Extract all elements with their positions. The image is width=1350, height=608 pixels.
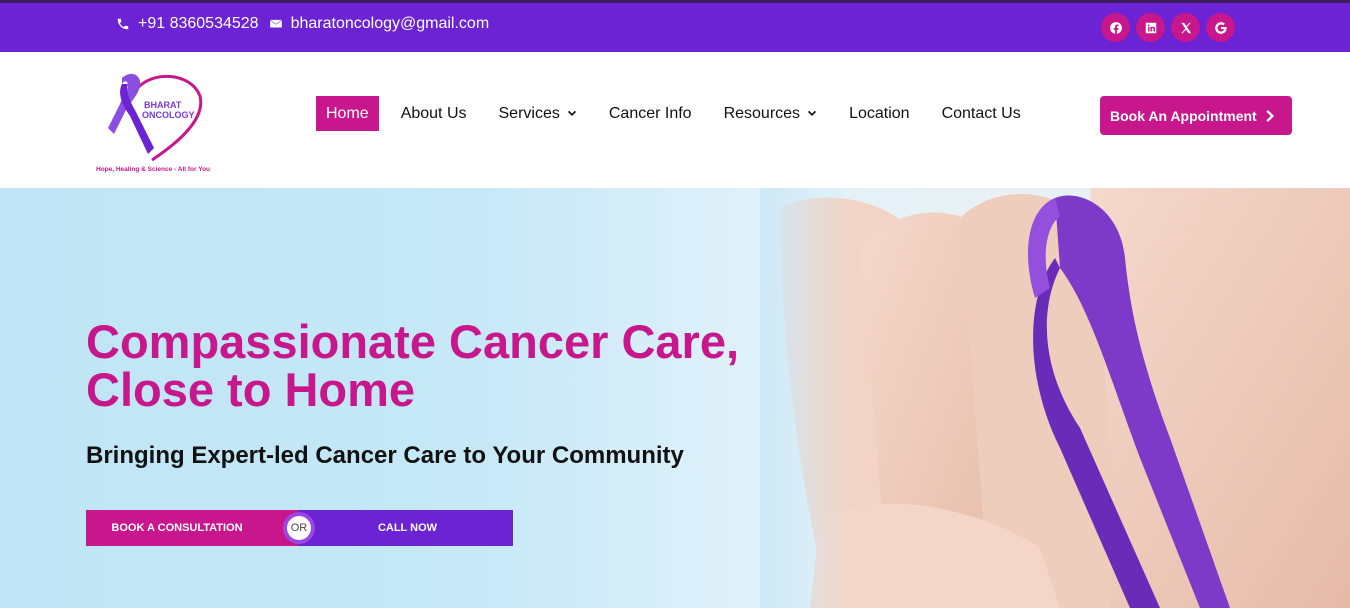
or-label: OR [290, 522, 308, 534]
book-appointment-label: Book An Appointment [1110, 107, 1257, 124]
hero-cta-group: BOOK A CONSULTATION CALL NOW OR [86, 510, 513, 546]
email-address: bharatoncology@gmail.com [290, 15, 490, 32]
logo-brand-line2: ONCOLOGY [142, 110, 195, 120]
chevron-down-icon [567, 110, 576, 116]
logo-tagline: Hope, Healing & Science - All for You [96, 166, 211, 173]
nav-location[interactable]: Location [839, 96, 920, 131]
nav-resources-label: Resources [723, 104, 801, 122]
nav-contact-label: Contact Us [941, 104, 1021, 122]
hero-title: Compassionate Cancer Care, Close to Home [86, 318, 786, 414]
chevron-down-icon [808, 110, 817, 116]
facebook-button[interactable] [1101, 13, 1130, 42]
hero-title-line2: Close to Home [86, 363, 416, 416]
nav-services[interactable]: Services [489, 96, 587, 131]
call-now-button[interactable]: CALL NOW [298, 510, 513, 546]
phone-icon [117, 18, 129, 30]
email-link[interactable]: bharatoncology@gmail.com [269, 15, 490, 33]
nav-about-us[interactable]: About Us [391, 96, 477, 131]
nav-location-label: Location [849, 104, 910, 122]
google-icon [1214, 21, 1227, 34]
social-links [1101, 13, 1241, 42]
nav-cancer-info-label: Cancer Info [608, 104, 692, 122]
nav-cancer-info[interactable]: Cancer Info [599, 96, 702, 131]
or-divider-badge: OR [283, 512, 315, 544]
nav-about-label: About Us [400, 104, 467, 122]
hero-section: Compassionate Cancer Care, Close to Home… [0, 188, 1350, 608]
google-button[interactable] [1206, 13, 1235, 42]
book-consultation-label: BOOK A CONSULTATION [111, 522, 243, 534]
nav-resources[interactable]: Resources [714, 96, 827, 131]
book-appointment-button[interactable]: Book An Appointment [1100, 96, 1292, 135]
phone-number: +91 8360534528 [138, 15, 259, 32]
nav-home-label: Home [326, 104, 369, 122]
hero-subtitle: Bringing Expert-led Cancer Care to Your … [86, 442, 684, 469]
book-consultation-button[interactable]: BOOK A CONSULTATION [86, 510, 298, 546]
envelope-icon [269, 19, 282, 28]
phone-link[interactable]: +91 8360534528 [116, 15, 259, 33]
x-button[interactable] [1171, 13, 1200, 42]
nav-home[interactable]: Home [316, 96, 379, 131]
main-nav: Home About Us Services Cancer Info Resou… [316, 96, 1043, 131]
x-icon [1180, 22, 1191, 33]
logo-brand-line1: BHARAT [144, 100, 182, 110]
hand-with-ribbon-image [760, 188, 1350, 608]
nav-contact-us[interactable]: Contact Us [932, 96, 1031, 131]
linkedin-icon [1145, 22, 1156, 33]
site-header: BHARAT ONCOLOGY Hope, Healing & Science … [0, 52, 1350, 188]
site-logo[interactable]: BHARAT ONCOLOGY Hope, Healing & Science … [96, 72, 216, 177]
call-now-label: CALL NOW [377, 522, 438, 534]
top-bar: +91 8360534528 bharatoncology@gmail.com [0, 0, 1350, 52]
nav-services-label: Services [498, 104, 560, 122]
facebook-icon [1109, 21, 1122, 34]
hero-title-line1: Compassionate Cancer Care, [86, 315, 740, 368]
chevron-right-icon [1266, 110, 1274, 122]
contact-info: +91 8360534528 bharatoncology@gmail.com [116, 15, 499, 33]
linkedin-button[interactable] [1136, 13, 1165, 42]
